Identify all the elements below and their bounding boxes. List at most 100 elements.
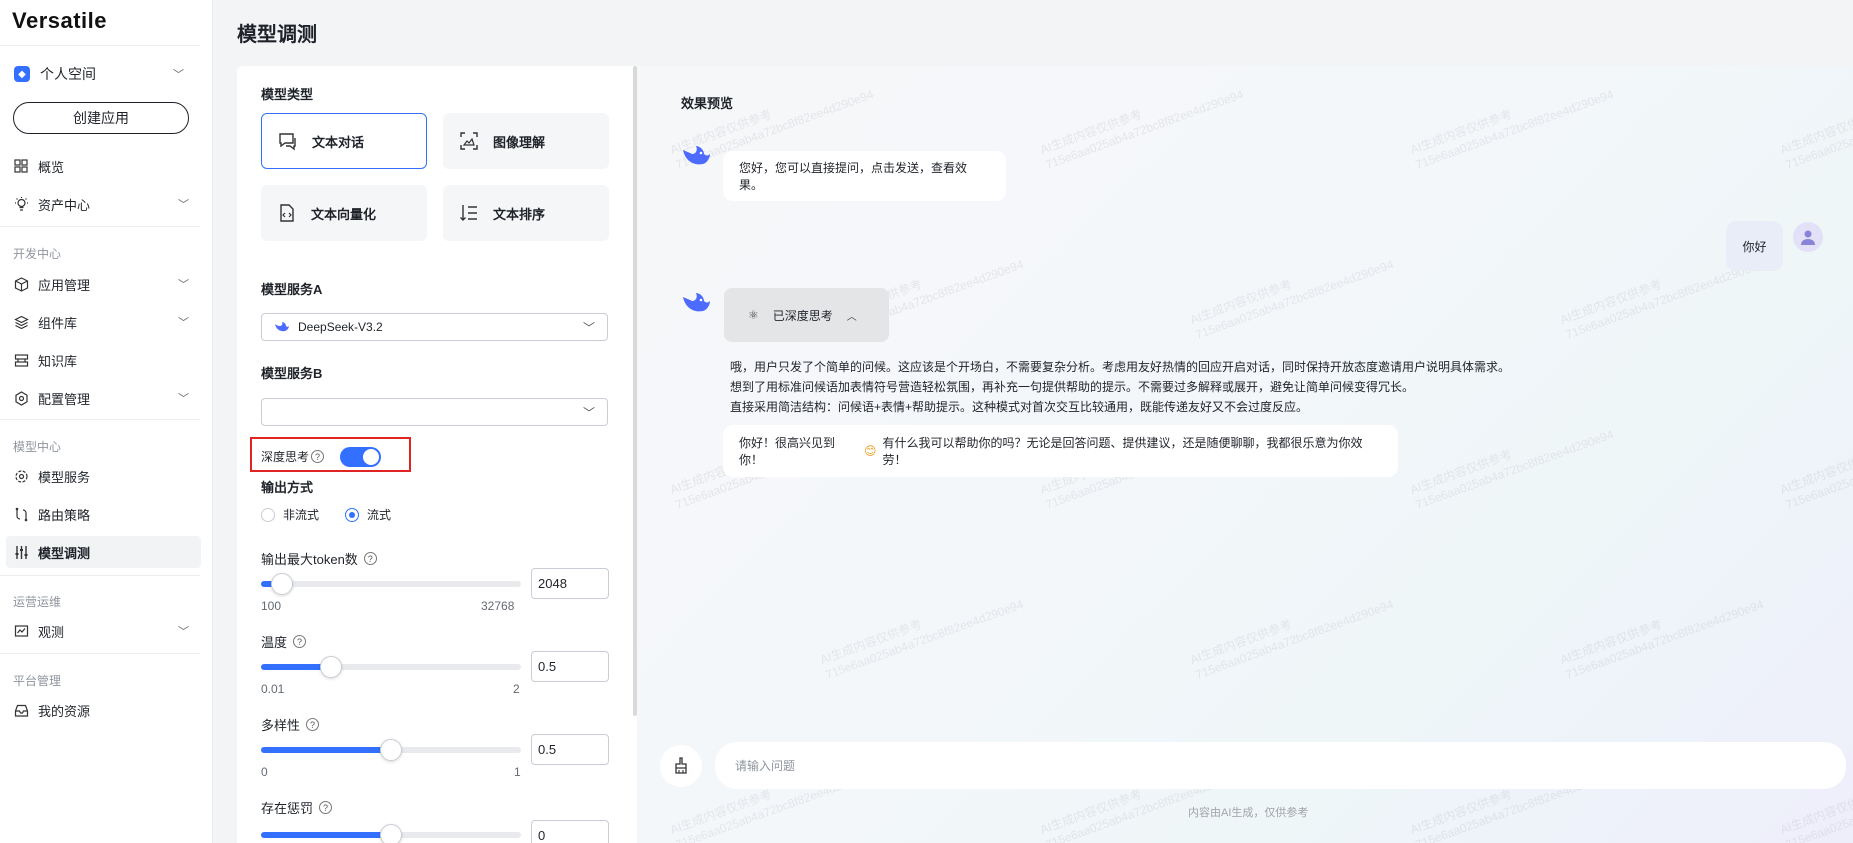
service-a-value: DeepSeek-V3.2 — [298, 320, 383, 334]
sidebar-item-label: 我的资源 — [38, 703, 91, 719]
diversity-slider[interactable] — [261, 739, 521, 761]
radio-label: 流式 — [367, 508, 392, 522]
param-label-text: 温度 — [261, 635, 288, 650]
chevron-up-icon: ︿ — [846, 311, 857, 323]
atom-icon: ⚛ — [748, 308, 759, 322]
sidebar-item-knowledge[interactable]: 知识库 — [6, 344, 201, 376]
greeting-bubble: 您好，您可以直接提问，点击发送，查看效果。 — [723, 151, 1006, 201]
sidebar-item-model-debug[interactable]: 模型调测 — [6, 536, 201, 568]
radio-non-stream[interactable]: 非流式 — [261, 506, 319, 523]
answer-bubble: 你好！很高兴见到你！ 😊 有什么我可以帮助你的吗？无论是回答问题、提供建议，还是… — [723, 425, 1398, 477]
model-type-label-text: 文本对话 — [312, 134, 365, 150]
radio-button[interactable] — [261, 507, 275, 522]
watermark: AI生成内容仅供参考715e6aa025ab4a72bc8f82ee4d290e… — [818, 581, 1026, 683]
chevron-down-icon: ﹀ — [178, 199, 189, 211]
sidebar-item-my-resources[interactable]: 我的资源 — [6, 694, 201, 726]
model-type-image-understanding[interactable]: 图像理解 — [443, 113, 609, 169]
max-tokens-input[interactable]: 2048 — [531, 568, 609, 599]
broom-icon — [675, 757, 687, 774]
watermark-line: 715e6aa025ab4a72bc8f82ee4d290e94 — [1783, 427, 1853, 512]
radio-stream[interactable]: 流式 — [345, 506, 391, 523]
user-message-text: 你好 — [1742, 239, 1767, 254]
watermark-line: AI生成内容仅供参考 — [1408, 107, 1514, 157]
sidebar-item-label: 路由策略 — [38, 507, 91, 523]
sidebar: Versatile ◆ 个人空间 ﹀ 创建应用 概览 资产中心 ﹀ 开发中心 应… — [0, 0, 213, 843]
presence-penalty-slider[interactable] — [261, 824, 521, 843]
watermark: AI生成内容仅供参考715e6aa025ab4a72bc8f82ee4d290e… — [1778, 411, 1853, 513]
max-tokens-slider[interactable] — [261, 573, 521, 595]
watermark-line: AI生成内容仅供参考 — [1558, 617, 1664, 667]
watermark: AI生成内容仅供参考715e6aa025ab4a72bc8f82ee4d290e… — [1038, 71, 1246, 173]
user-icon — [1801, 230, 1815, 245]
model-type-text-embedding[interactable]: 文本向量化 — [261, 185, 427, 241]
diversity-input[interactable]: 0.5 — [531, 734, 609, 765]
help-icon[interactable]: ? — [293, 635, 307, 648]
presence-penalty-input[interactable]: 0 — [531, 820, 609, 843]
sidebar-item-routing[interactable]: 路由策略 — [6, 498, 201, 530]
slider-knob[interactable] — [380, 824, 402, 843]
page-title: 模型调测 — [237, 24, 317, 46]
sidebar-item-app-management[interactable]: 应用管理 ﹀ — [6, 268, 201, 300]
create-app-button[interactable]: 创建应用 — [13, 102, 189, 134]
model-type-text-chat[interactable]: 文本对话 — [261, 113, 427, 169]
settings-icon — [13, 390, 29, 406]
deepseek-avatar-icon — [683, 293, 710, 312]
slider-knob[interactable] — [380, 739, 402, 761]
section-title-ops: 运营运维 — [13, 595, 62, 609]
temperature-input[interactable]: 0.5 — [531, 651, 609, 682]
slider-min: 100 — [261, 599, 282, 613]
input-value: 2048 — [538, 576, 567, 591]
sidebar-item-components[interactable]: 组件库 ﹀ — [6, 306, 201, 338]
ai-disclaimer: 内容由AI生成，仅供参考 — [1188, 807, 1309, 819]
radio-button[interactable] — [345, 507, 359, 522]
chevron-down-icon: ﹀ — [582, 320, 595, 335]
model-type-text-rerank[interactable]: 文本排序 — [443, 185, 609, 241]
clear-button[interactable] — [660, 745, 702, 787]
help-icon[interactable]: ? — [311, 450, 325, 463]
output-mode-label: 输出方式 — [261, 480, 314, 495]
watermark-line: 715e6aa025ab4a72bc8f82ee4d290e94 — [823, 597, 1026, 682]
sidebar-item-assets[interactable]: 资产中心 ﹀ — [6, 188, 201, 220]
service-a-select[interactable]: DeepSeek-V3.2 ﹀ — [261, 313, 608, 341]
chevron-down-icon: ﹀ — [178, 279, 189, 291]
space-switcher[interactable]: ◆ 个人空间 ﹀ — [14, 64, 184, 84]
sidebar-item-config[interactable]: 配置管理 ﹀ — [6, 382, 201, 414]
sidebar-item-overview[interactable]: 概览 — [6, 150, 201, 182]
service-b-select[interactable]: ﹀ — [261, 398, 608, 426]
temperature-slider[interactable] — [261, 656, 521, 678]
watermark-line: AI生成内容仅供参考 — [1038, 107, 1144, 157]
slider-fill — [261, 747, 391, 753]
slider-max: 32768 — [481, 599, 515, 613]
deep-think-toggle[interactable] — [340, 447, 381, 467]
answer-text: 有什么我可以帮助你的吗？无论是回答问题、提供建议，还是随便聊聊，我都很乐意为你效… — [882, 436, 1363, 467]
sidebar-item-model-service[interactable]: 模型服务 — [6, 460, 201, 492]
divider — [0, 575, 200, 576]
help-icon[interactable]: ? — [306, 718, 320, 731]
toggle-knob — [363, 449, 379, 465]
slider-min: 0 — [261, 765, 268, 779]
sidebar-item-label: 应用管理 — [38, 277, 91, 293]
smile-emoji: 😊 — [863, 444, 877, 458]
help-icon[interactable]: ? — [319, 801, 333, 814]
watermark-line: AI生成内容仅供参考 — [1778, 447, 1853, 497]
sort-list-icon — [459, 203, 479, 223]
help-icon[interactable]: ? — [363, 552, 377, 565]
radio-label: 非流式 — [283, 508, 320, 522]
database-icon — [13, 352, 29, 368]
thinking-line: 哦，用户只发了个简单的问候。这应该是个开场白，不需要复杂分析。考虑用友好热情的回… — [730, 360, 1511, 374]
model-type-label: 模型类型 — [261, 87, 314, 102]
watermark: AI生成内容仅供参考715e6aa025ab4a72bc8f82ee4d290e… — [1188, 241, 1396, 343]
sidebar-item-label: 组件库 — [38, 315, 78, 331]
chat-icon — [278, 131, 298, 151]
divider — [0, 45, 200, 46]
slider-knob[interactable] — [270, 573, 293, 595]
sidebar-item-observe[interactable]: 观测 ﹀ — [6, 615, 201, 647]
watermark-line: 715e6aa025ab4a72bc8f82ee4d290e94 — [1413, 427, 1616, 512]
param-label-text: 输出最大token数 — [261, 552, 358, 567]
question-input[interactable]: 请输入问题 — [715, 742, 1846, 789]
watermark: AI生成内容仅供参考715e6aa025ab4a72bc8f82ee4d290e… — [1188, 581, 1396, 683]
divider — [0, 419, 200, 420]
thinking-toggle[interactable]: ⚛ 已深度思考 ︿ — [724, 288, 889, 342]
model-type-label-text: 文本排序 — [493, 206, 546, 222]
section-title-platform: 平台管理 — [13, 674, 62, 688]
